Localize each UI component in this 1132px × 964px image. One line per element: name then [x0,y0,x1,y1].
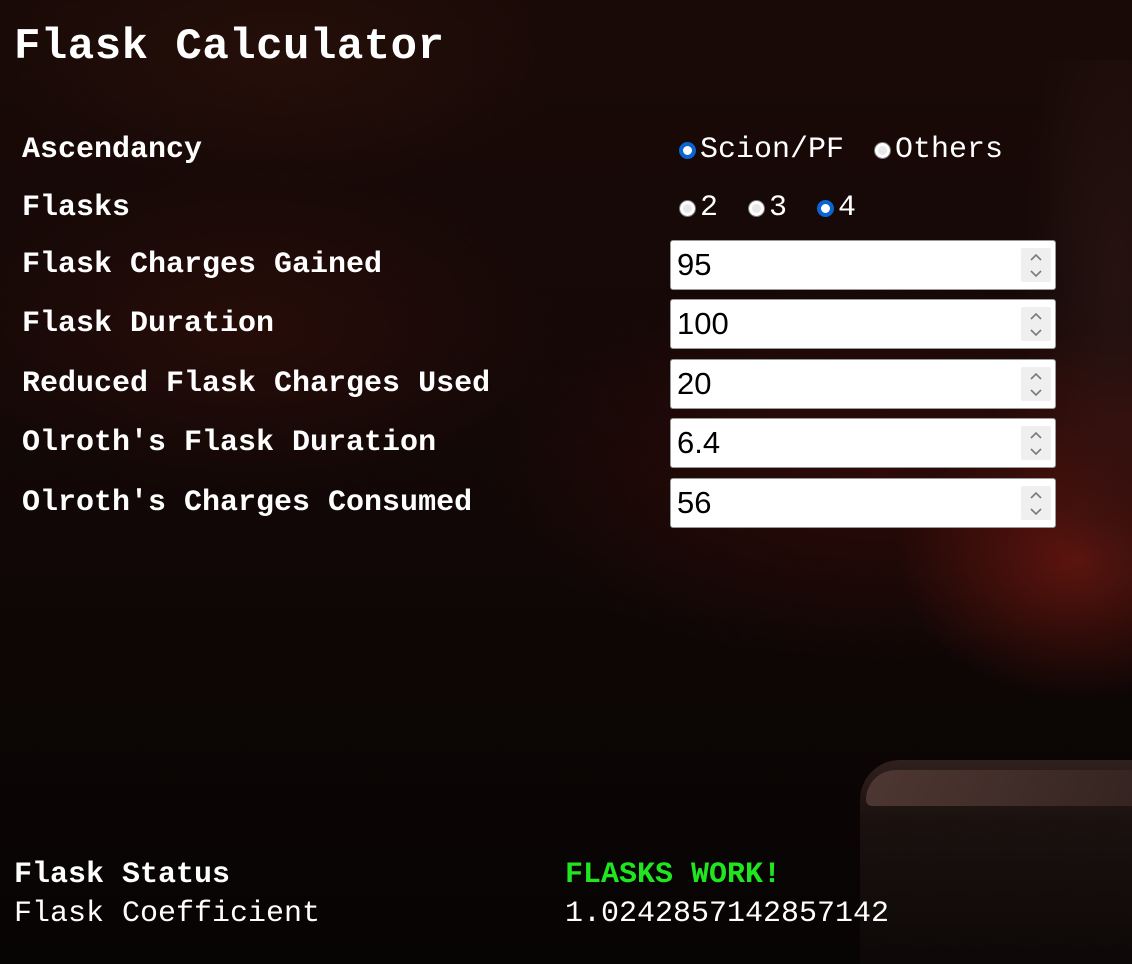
flasks-option-3[interactable]: 3 [748,191,787,225]
chevron-down-icon[interactable] [1021,443,1051,460]
radio-unchecked-icon[interactable] [679,199,696,217]
olroth-charges-input[interactable] [671,479,1011,527]
ascendancy-row: Ascendancy Scion/PF Others [22,124,1062,176]
olroth-duration-label: Olroth's Flask Duration [22,426,437,460]
chevron-up-icon[interactable] [1021,426,1051,443]
chevron-down-icon[interactable] [1021,384,1051,401]
chevron-up-icon[interactable] [1021,367,1051,384]
ascendancy-label: Ascendancy [22,133,203,167]
chevron-down-icon[interactable] [1021,265,1051,282]
page-title: Flask Calculator [14,22,445,72]
flasks-option-4[interactable]: 4 [817,191,856,225]
olroth-charges-row: Olroth's Charges Consumed [22,477,1062,529]
duration-field [670,299,1056,349]
flask-coefficient-row: Flask Coefficient 1.0242857142857142 [14,894,1114,934]
reduced-charges-field [670,359,1056,409]
chevron-up-icon[interactable] [1021,486,1051,503]
olroth-charges-spinner[interactable] [1021,486,1051,520]
duration-label: Flask Duration [22,307,275,341]
reduced-charges-label: Reduced Flask Charges Used [22,367,491,401]
flasks-row: Flasks 2 3 4 [22,182,1062,234]
flasks-option-label: 4 [838,191,857,225]
charges-gained-row: Flask Charges Gained [22,239,1062,291]
flask-status-label: Flask Status [14,858,231,892]
ascendancy-option-label: Scion/PF [700,133,845,167]
chevron-up-icon[interactable] [1021,248,1051,265]
olroth-duration-field [670,418,1056,468]
flasks-option-label: 2 [700,191,719,225]
flask-status-row: Flask Status FLASKS WORK! [14,855,1114,895]
olroth-charges-label: Olroth's Charges Consumed [22,486,473,520]
flasks-option-label: 3 [769,191,788,225]
olroth-charges-field [670,478,1056,528]
olroth-duration-spinner[interactable] [1021,426,1051,460]
reduced-charges-input[interactable] [671,360,1011,408]
radio-unchecked-icon[interactable] [874,141,892,159]
flasks-radio-group: 2 3 4 [679,191,856,225]
duration-row: Flask Duration [22,298,1062,350]
flask-coefficient-label: Flask Coefficient [14,897,321,931]
flasks-label: Flasks [22,191,131,225]
olroth-duration-input[interactable] [671,419,1011,467]
flask-status-value: FLASKS WORK! [565,858,782,892]
duration-input[interactable] [671,300,1011,348]
chevron-down-icon[interactable] [1021,503,1051,520]
charges-gained-label: Flask Charges Gained [22,248,383,282]
chevron-up-icon[interactable] [1021,307,1051,324]
background-anvil-top [866,770,1132,806]
flasks-option-2[interactable]: 2 [679,191,718,225]
reduced-charges-row: Reduced Flask Charges Used [22,358,1062,410]
ascendancy-option-others[interactable]: Others [874,133,1003,167]
ascendancy-option-label: Others [895,133,1004,167]
charges-gained-field [670,240,1056,290]
radio-checked-icon[interactable] [679,141,696,159]
radio-checked-icon[interactable] [817,199,835,217]
ascendancy-option-scion-pf[interactable]: Scion/PF [679,133,844,167]
duration-spinner[interactable] [1021,307,1051,341]
ascendancy-radio-group: Scion/PF Others [679,133,1003,167]
chevron-down-icon[interactable] [1021,324,1051,341]
radio-unchecked-icon[interactable] [748,199,766,217]
charges-gained-spinner[interactable] [1021,248,1051,282]
flask-coefficient-value: 1.0242857142857142 [565,897,890,931]
olroth-duration-row: Olroth's Flask Duration [22,417,1062,469]
reduced-charges-spinner[interactable] [1021,367,1051,401]
charges-gained-input[interactable] [671,241,1011,289]
